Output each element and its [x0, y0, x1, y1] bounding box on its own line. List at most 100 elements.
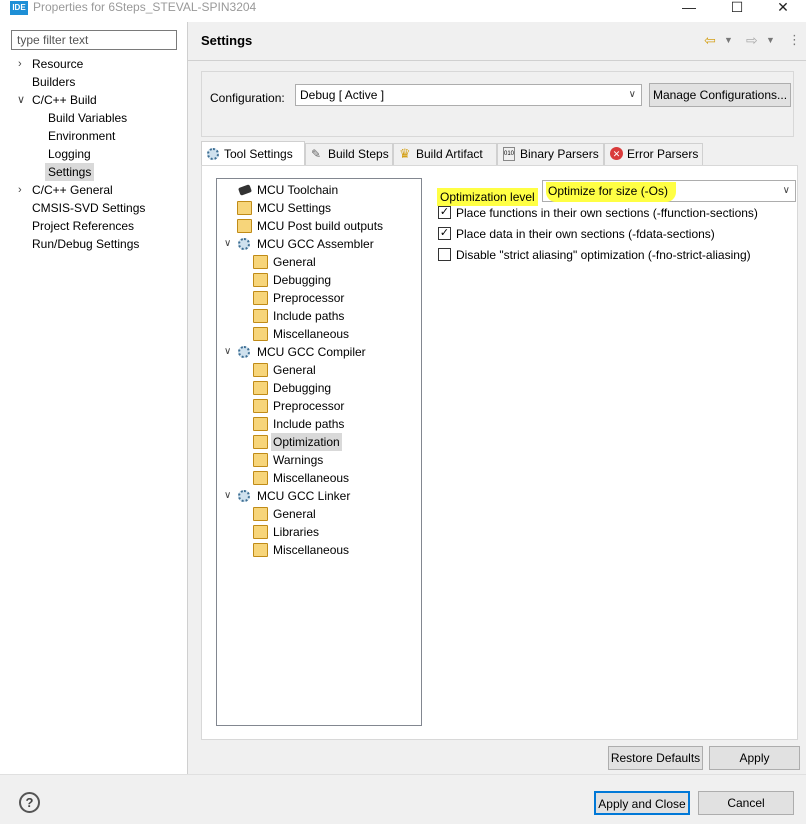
cancel-button[interactable]: Cancel: [698, 791, 794, 815]
tree-label: Include paths: [273, 417, 345, 431]
tree-item-gcc-compiler[interactable]: ∨ MCU GCC Compiler: [217, 343, 417, 361]
chevron-down-icon[interactable]: ∨: [224, 487, 231, 505]
nav-item-cpp-build[interactable]: C/C++ Build: [32, 91, 97, 109]
maximize-button[interactable]: ☐: [714, 0, 760, 22]
tree-label: General: [273, 363, 316, 377]
minimize-button[interactable]: —: [666, 0, 712, 22]
tree-item-cc-general[interactable]: General: [217, 361, 417, 379]
apply-and-close-button[interactable]: Apply and Close: [594, 791, 690, 815]
forward-arrow-icon[interactable]: ⇨: [746, 32, 758, 49]
folder-icon: [237, 219, 252, 233]
restore-defaults-button[interactable]: Restore Defaults: [608, 746, 703, 770]
tree-item-asm-misc[interactable]: Miscellaneous: [217, 325, 417, 343]
settings-page: Settings ⇦ ▼ ⇨ ▼ ⋮ Configuration: Debug …: [188, 22, 806, 774]
chevron-down-icon[interactable]: ∨: [17, 91, 25, 109]
nav-item-environment[interactable]: Environment: [48, 127, 115, 145]
tree-item-gcc-assembler[interactable]: ∨ MCU GCC Assembler: [217, 235, 417, 253]
tool-settings-icon: [207, 148, 219, 160]
nav-item-resource[interactable]: Resource: [32, 55, 83, 73]
manage-configurations-button[interactable]: Manage Configurations...: [649, 83, 791, 107]
tree-item-cc-preprocessor[interactable]: Preprocessor: [217, 397, 417, 415]
nav-item-settings[interactable]: Settings: [45, 163, 95, 181]
tree-item-cc-misc[interactable]: Miscellaneous: [217, 469, 417, 487]
more-menu-icon[interactable]: ⋮: [788, 32, 801, 48]
property-page-tree: › Resource Builders ∨ C/C++ Build Build …: [0, 22, 187, 774]
tree-label: General: [273, 255, 316, 269]
nav-item-project-references[interactable]: Project References: [32, 217, 134, 235]
checkbox-box[interactable]: [438, 248, 451, 261]
folder-icon: [253, 543, 268, 557]
tree-label: MCU GCC Linker: [257, 489, 351, 503]
tab-build-steps[interactable]: ✎ Build Steps: [305, 143, 393, 165]
folder-icon: [253, 453, 268, 467]
forward-dropdown-icon[interactable]: ▼: [766, 35, 775, 45]
gear-icon: [238, 238, 250, 250]
tree-item-ld-libraries[interactable]: Libraries: [217, 523, 417, 541]
tab-build-artifact[interactable]: ♛ Build Artifact: [393, 143, 497, 165]
folder-icon: [253, 255, 268, 269]
tree-item-cc-include-paths[interactable]: Include paths: [217, 415, 417, 433]
tree-label: Debugging: [273, 381, 332, 395]
optimization-level-select[interactable]: Optimize for size (-Os) ∨: [542, 180, 796, 202]
optimization-level-value: Optimize for size (-Os): [546, 182, 677, 202]
nav-item-builders[interactable]: Builders: [32, 73, 75, 91]
chevron-down-icon[interactable]: ∨: [224, 235, 231, 253]
tab-label: Tool Settings: [224, 147, 293, 161]
tab-label: Build Artifact: [416, 147, 483, 161]
tree-item-ld-general[interactable]: General: [217, 505, 417, 523]
nav-item-logging[interactable]: Logging: [48, 145, 91, 163]
close-button[interactable]: ✕: [760, 0, 806, 22]
tree-label: Debugging: [273, 273, 332, 287]
tree-item-gcc-linker[interactable]: ∨ MCU GCC Linker: [217, 487, 417, 505]
tree-item-asm-debugging[interactable]: Debugging: [217, 271, 417, 289]
tree-item-ld-misc[interactable]: Miscellaneous: [217, 541, 417, 559]
tree-label: MCU GCC Assembler: [257, 237, 374, 251]
tool-tree: MCU Toolchain MCU Settings MCU Post buil…: [216, 178, 422, 726]
tree-item-mcu-post-build[interactable]: MCU Post build outputs: [217, 217, 417, 235]
history-nav: ⇦ ▼ ⇨ ▼ ⋮: [704, 32, 804, 50]
configuration-select[interactable]: Debug [ Active ] ∨: [295, 84, 642, 106]
chevron-down-icon[interactable]: ∨: [224, 343, 231, 361]
filter-input[interactable]: [11, 30, 177, 50]
nav-item-build-variables[interactable]: Build Variables: [48, 109, 127, 127]
nav-item-run-debug[interactable]: Run/Debug Settings: [32, 235, 139, 253]
checkbox-box[interactable]: ✓: [438, 206, 451, 219]
tab-label: Build Steps: [328, 147, 389, 161]
back-dropdown-icon[interactable]: ▼: [724, 35, 733, 45]
folder-icon: [253, 363, 268, 377]
chevron-right-icon[interactable]: ›: [18, 181, 22, 199]
tree-item-asm-preprocessor[interactable]: Preprocessor: [217, 289, 417, 307]
back-arrow-icon[interactable]: ⇦: [704, 32, 716, 49]
help-icon[interactable]: ?: [19, 792, 40, 813]
tab-error-parsers[interactable]: ✕ Error Parsers: [604, 143, 703, 165]
tree-item-mcu-settings[interactable]: MCU Settings: [217, 199, 417, 217]
tree-label: MCU Post build outputs: [257, 219, 384, 233]
folder-icon: [253, 327, 268, 341]
folder-icon: [237, 201, 252, 215]
tree-item-cc-warnings[interactable]: Warnings: [217, 451, 417, 469]
apply-button[interactable]: Apply: [709, 746, 800, 770]
tab-tool-settings[interactable]: Tool Settings: [201, 141, 305, 166]
tree-item-cc-debugging[interactable]: Debugging: [217, 379, 417, 397]
tree-label: General: [273, 507, 316, 521]
chevron-right-icon[interactable]: ›: [18, 55, 22, 73]
tree-label: Miscellaneous: [273, 471, 350, 485]
nav-item-cpp-general[interactable]: C/C++ General: [32, 181, 113, 199]
tree-item-asm-include-paths[interactable]: Include paths: [217, 307, 417, 325]
tree-item-cc-optimization[interactable]: Optimization: [217, 433, 417, 451]
tab-binary-parsers[interactable]: 010 Binary Parsers: [497, 143, 604, 165]
checkbox-label: Place functions in their own sections (-…: [456, 206, 758, 220]
tree-label: Miscellaneous: [273, 327, 350, 341]
tree-label: MCU GCC Compiler: [257, 345, 366, 359]
tree-label: Warnings: [273, 453, 324, 467]
ide-app-icon: IDE: [10, 1, 28, 15]
folder-icon: [253, 381, 268, 395]
folder-icon: [253, 507, 268, 521]
tree-item-mcu-toolchain[interactable]: MCU Toolchain: [217, 181, 417, 199]
gear-icon: [238, 490, 250, 502]
tree-item-asm-general[interactable]: General: [217, 253, 417, 271]
chip-icon: [237, 184, 253, 196]
nav-item-cmsis-svd[interactable]: CMSIS-SVD Settings: [32, 199, 145, 217]
tab-label: Error Parsers: [627, 147, 699, 161]
checkbox-box[interactable]: ✓: [438, 227, 451, 240]
